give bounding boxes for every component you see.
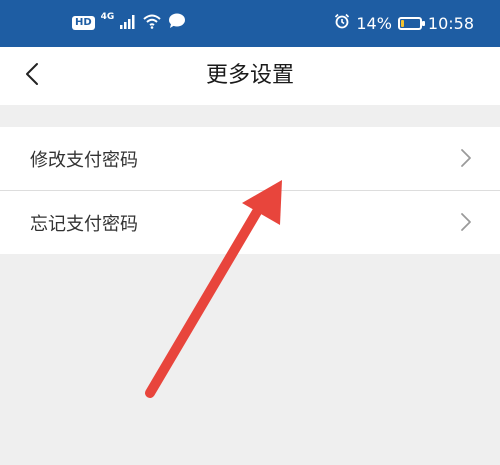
battery-icon: ⚡ [397,16,425,30]
signal-icon [120,14,136,33]
chevron-right-icon [460,212,472,237]
status-left: HD 4G [72,12,186,34]
wifi-icon [142,13,162,33]
chevron-right-icon [460,148,472,173]
menu-item-label: 修改支付密码 [30,149,138,171]
status-bar: HD 4G 14% ⚡ 10:58 [0,0,500,47]
chat-bubble-icon [168,13,186,33]
settings-menu: 修改支付密码 忘记支付密码 [0,127,500,254]
page-title: 更多设置 [205,63,294,88]
menu-item-forgot-payment-password[interactable]: 忘记支付密码 [0,190,500,254]
network-type-label: 4G [100,12,115,22]
back-button[interactable] [14,57,50,95]
menu-item-label: 忘记支付密码 [30,213,138,235]
hd-badge: HD [72,16,95,30]
status-right: 14% ⚡ 10:58 [334,12,474,34]
clock-time: 10:58 [427,13,474,33]
nav-bar: 更多设置 [0,47,500,105]
chevron-left-icon [25,62,39,90]
battery-fill [400,19,404,27]
alarm-icon [334,13,350,33]
battery-percent: 14% [356,13,392,33]
menu-item-change-payment-password[interactable]: 修改支付密码 [0,127,500,190]
